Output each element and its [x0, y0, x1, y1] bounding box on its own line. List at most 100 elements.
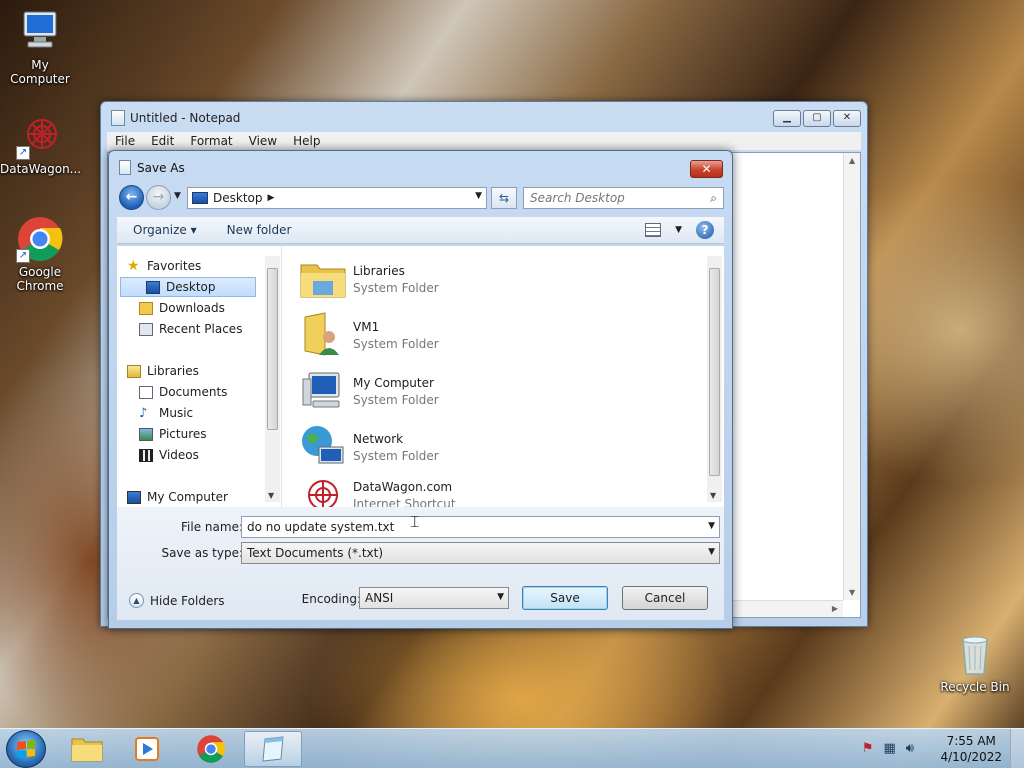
nav-documents[interactable]: Documents — [139, 382, 227, 402]
star-icon: ★ — [127, 257, 140, 274]
address-bar[interactable]: Desktop ▶ ▼ — [187, 187, 487, 209]
downloads-icon — [139, 301, 153, 315]
views-dropdown-icon[interactable]: ▼ — [675, 225, 682, 235]
save-type-select[interactable]: Text Documents (*.txt) ▼ — [241, 542, 720, 564]
file-list-scrollbar[interactable]: ▼ — [707, 256, 722, 502]
nav-desktop[interactable]: Desktop — [120, 277, 256, 297]
taskbar-explorer[interactable] — [58, 731, 116, 767]
scrollbar-thumb[interactable] — [267, 268, 278, 430]
file-name-label: File name: — [181, 520, 243, 534]
file-item-network[interactable]: Network System Folder — [299, 422, 439, 472]
volume-icon[interactable]: 🔊︎ — [906, 741, 914, 756]
shortcut-arrow-icon: ↗ — [16, 146, 30, 160]
forward-button[interactable]: → — [146, 185, 171, 210]
close-button[interactable]: ✕ — [833, 110, 861, 127]
help-icon[interactable]: ? — [696, 221, 714, 239]
save-as-dialog[interactable]: Save As ✕ ← → ▼ Desktop ▶ ▼ ⇆ Search Des… — [108, 150, 733, 629]
nav-my-computer[interactable]: My Computer — [127, 487, 228, 507]
notepad-title: Untitled - Notepad — [130, 111, 241, 125]
file-item-vm1[interactable]: VM1 System Folder — [299, 310, 439, 360]
breadcrumb-chevron-icon[interactable]: ▶ — [268, 193, 275, 203]
notepad-window-controls: ▁ ▢ ✕ — [773, 110, 861, 127]
navigation-pane-scrollbar[interactable]: ▼ — [265, 256, 280, 502]
menu-help[interactable]: Help — [285, 132, 328, 150]
nav-recent-places[interactable]: Recent Places — [139, 319, 242, 339]
recycle-bin-icon — [951, 630, 999, 678]
search-input[interactable]: Search Desktop ⌕ — [523, 187, 724, 209]
minimize-button[interactable]: ▁ — [773, 110, 801, 127]
nav-favorites[interactable]: ★ Favorites — [127, 256, 201, 276]
computer-icon — [16, 8, 64, 56]
address-dropdown-icon[interactable]: ▼ — [475, 191, 482, 201]
notepad-titlebar: Untitled - Notepad — [111, 108, 240, 128]
desktop-icon-recycle-bin[interactable]: Recycle Bin — [935, 630, 1015, 694]
cancel-button[interactable]: Cancel — [622, 586, 708, 610]
menu-file[interactable]: File — [107, 132, 143, 150]
scroll-right-icon[interactable]: ▶ — [832, 604, 838, 613]
nav-music-label: Music — [159, 406, 194, 420]
file-name-dropdown-icon[interactable]: ▼ — [708, 521, 715, 531]
hide-folders-button[interactable]: ▲ Hide Folders — [129, 593, 225, 608]
computer-icon — [127, 490, 141, 504]
menu-format[interactable]: Format — [182, 132, 240, 150]
notepad-vertical-scrollbar[interactable]: ▲ ▼ — [843, 153, 860, 600]
clock[interactable]: 7:55 AM 4/10/2022 — [940, 733, 1002, 765]
nav-libraries[interactable]: Libraries — [127, 361, 199, 381]
scroll-down-icon[interactable]: ▼ — [849, 588, 855, 597]
organize-button[interactable]: Organize ▾ — [117, 223, 213, 237]
desktop-icon-datawagon[interactable]: ↗ DataWagon... — [0, 112, 82, 176]
scroll-down-icon[interactable]: ▼ — [710, 491, 716, 500]
save-type-dropdown-icon[interactable]: ▼ — [708, 547, 715, 557]
search-icon[interactable]: ⌕ — [710, 191, 717, 206]
scroll-down-icon[interactable]: ▼ — [268, 491, 274, 500]
scrollbar-thumb[interactable] — [709, 268, 720, 476]
file-name-input[interactable]: do no update system.txt ▼ — [241, 516, 720, 538]
encoding-label: Encoding: — [301, 592, 361, 606]
encoding-dropdown-icon[interactable]: ▼ — [497, 592, 504, 602]
chrome-icon: ↗ — [16, 215, 64, 263]
maximize-button[interactable]: ▢ — [803, 110, 831, 127]
notepad-icon — [262, 736, 284, 762]
dialog-titlebar: Save As — [119, 160, 185, 175]
folder-icon — [71, 738, 103, 762]
file-item-my-computer[interactable]: My Computer System Folder — [299, 366, 439, 416]
file-name: DataWagon.com — [353, 479, 453, 494]
nav-downloads[interactable]: Downloads — [139, 298, 225, 318]
action-center-icon[interactable]: ⚑ — [862, 741, 874, 756]
new-folder-button[interactable]: New folder — [213, 223, 308, 237]
menu-view[interactable]: View — [241, 132, 285, 150]
nav-music[interactable]: ♪ Music — [139, 403, 193, 423]
taskbar-notepad[interactable] — [244, 731, 302, 767]
encoding-value: ANSI — [365, 591, 394, 605]
desktop-icon-label: DataWagon... — [0, 162, 82, 176]
desktop-icon-google-chrome[interactable]: ↗ Google Chrome — [0, 215, 80, 293]
refresh-button[interactable]: ⇆ — [491, 187, 517, 209]
change-view-icon[interactable] — [645, 223, 662, 237]
notepad-menubar: File Edit Format View Help — [107, 132, 861, 150]
file-item-libraries[interactable]: Libraries System Folder — [299, 254, 439, 304]
nav-libraries-label: Libraries — [147, 364, 199, 378]
recent-pages-dropdown-icon[interactable]: ▼ — [174, 191, 181, 201]
dialog-close-button[interactable]: ✕ — [690, 160, 723, 178]
show-desktop-button[interactable] — [1010, 729, 1024, 768]
save-button[interactable]: Save — [522, 586, 608, 610]
network-status-icon[interactable]: ▦ — [884, 741, 896, 756]
nav-videos-label: Videos — [159, 448, 199, 462]
nav-videos[interactable]: Videos — [139, 445, 199, 465]
nav-pictures[interactable]: Pictures — [139, 424, 207, 444]
address-location[interactable]: Desktop — [213, 191, 263, 205]
taskbar-media-player[interactable] — [118, 731, 176, 767]
taskbar-chrome[interactable] — [182, 731, 240, 767]
start-button[interactable] — [6, 730, 46, 768]
desktop-icon-my-computer[interactable]: My Computer — [0, 8, 80, 86]
encoding-select[interactable]: ANSI ▼ — [359, 587, 509, 609]
menu-edit[interactable]: Edit — [143, 132, 182, 150]
scroll-up-icon[interactable]: ▲ — [849, 156, 855, 165]
libraries-icon — [127, 364, 141, 378]
back-button[interactable]: ← — [119, 185, 144, 210]
datawagon-icon: ↗ — [16, 112, 64, 160]
file-list: Libraries System Folder VM1 System Folde… — [287, 246, 724, 511]
nav-favorites-label: Favorites — [147, 259, 202, 273]
computer-icon — [299, 367, 347, 415]
media-player-icon — [135, 737, 159, 761]
